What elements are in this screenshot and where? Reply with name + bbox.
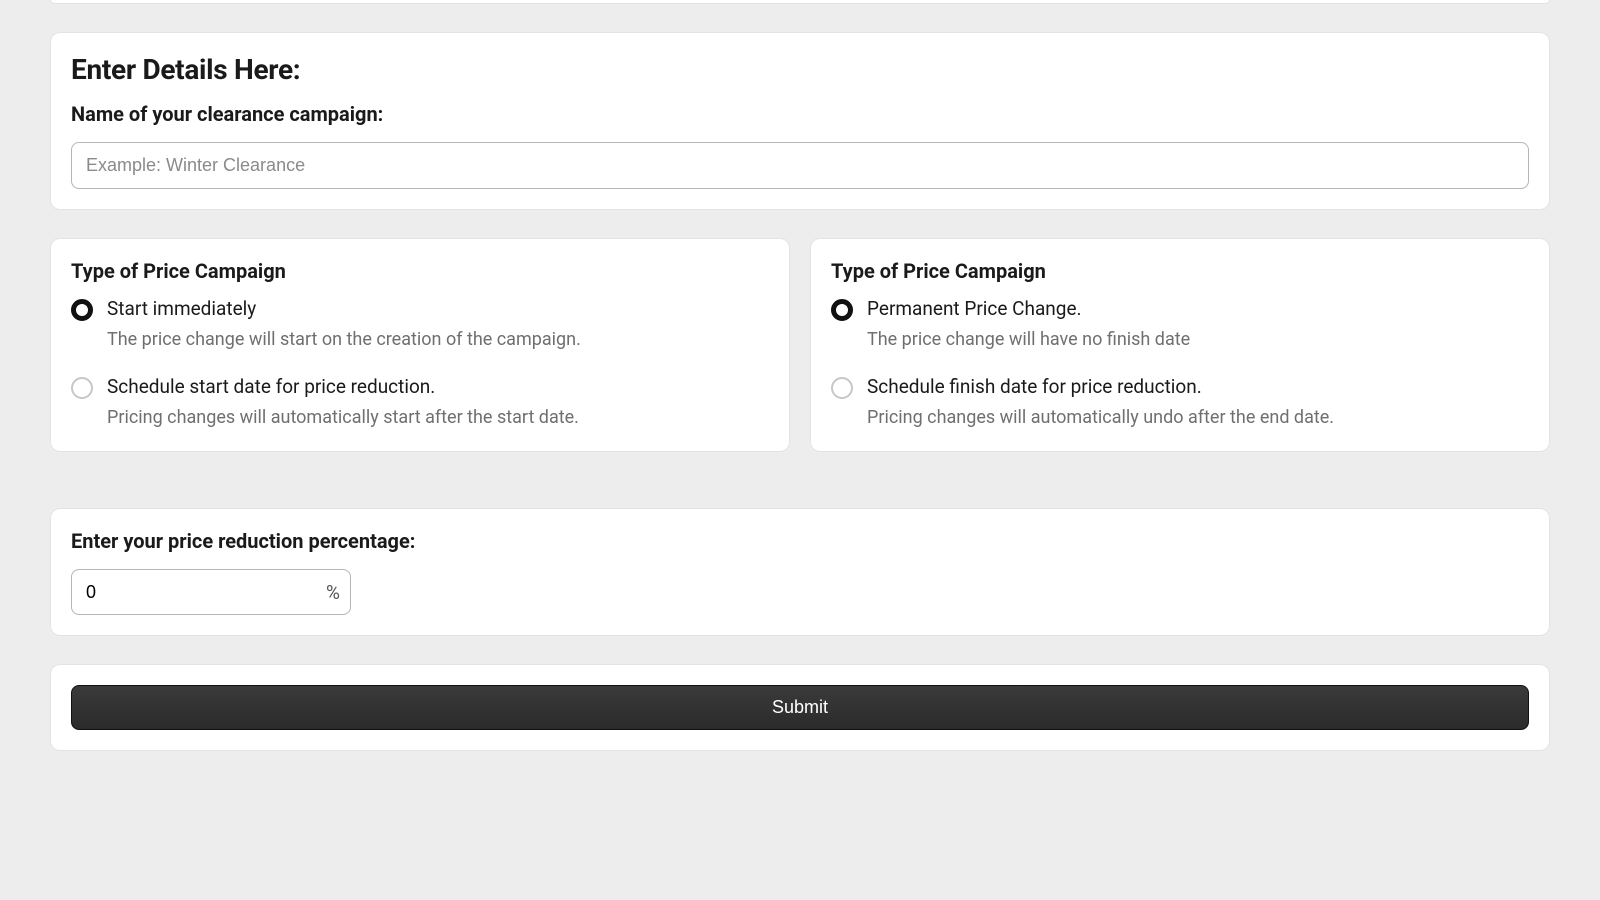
radio-label: Schedule start date for price reduction. [107, 375, 769, 398]
campaign-type-row: Type of Price Campaign Start immediately… [50, 238, 1550, 452]
radio-label: Permanent Price Change. [867, 297, 1529, 320]
radio-text: Schedule start date for price reduction.… [107, 375, 769, 431]
radio-description: The price change will start on the creat… [107, 326, 769, 353]
radio-selected-icon [71, 299, 93, 321]
finish-type-title: Type of Price Campaign [831, 259, 1529, 283]
percentage-label: Enter your price reduction percentage: [71, 529, 1529, 553]
start-type-card: Type of Price Campaign Start immediately… [50, 238, 790, 452]
percentage-input[interactable] [86, 582, 318, 603]
radio-label: Start immediately [107, 297, 769, 320]
previous-card-edge [50, 0, 1550, 4]
percentage-card: Enter your price reduction percentage: % [50, 508, 1550, 636]
radio-unselected-icon [831, 377, 853, 399]
radio-description: Pricing changes will automatically undo … [867, 404, 1529, 431]
radio-start-immediately[interactable]: Start immediately The price change will … [71, 297, 769, 353]
radio-schedule-start[interactable]: Schedule start date for price reduction.… [71, 375, 769, 431]
radio-permanent-change[interactable]: Permanent Price Change. The price change… [831, 297, 1529, 353]
details-heading: Enter Details Here: [71, 53, 1529, 86]
radio-description: Pricing changes will automatically start… [107, 404, 769, 431]
finish-type-card: Type of Price Campaign Permanent Price C… [810, 238, 1550, 452]
percent-icon: % [318, 581, 340, 604]
radio-label: Schedule finish date for price reduction… [867, 375, 1529, 398]
radio-schedule-finish[interactable]: Schedule finish date for price reduction… [831, 375, 1529, 431]
details-card: Enter Details Here: Name of your clearan… [50, 32, 1550, 210]
start-type-title: Type of Price Campaign [71, 259, 769, 283]
submit-card: Submit [50, 664, 1550, 751]
radio-text: Schedule finish date for price reduction… [867, 375, 1529, 431]
radio-description: The price change will have no finish dat… [867, 326, 1529, 353]
radio-unselected-icon [71, 377, 93, 399]
submit-button[interactable]: Submit [71, 685, 1529, 730]
radio-selected-icon [831, 299, 853, 321]
campaign-name-input[interactable] [71, 142, 1529, 189]
campaign-name-label: Name of your clearance campaign: [71, 102, 1529, 126]
radio-text: Permanent Price Change. The price change… [867, 297, 1529, 353]
percentage-input-wrap[interactable]: % [71, 569, 351, 615]
radio-text: Start immediately The price change will … [107, 297, 769, 353]
